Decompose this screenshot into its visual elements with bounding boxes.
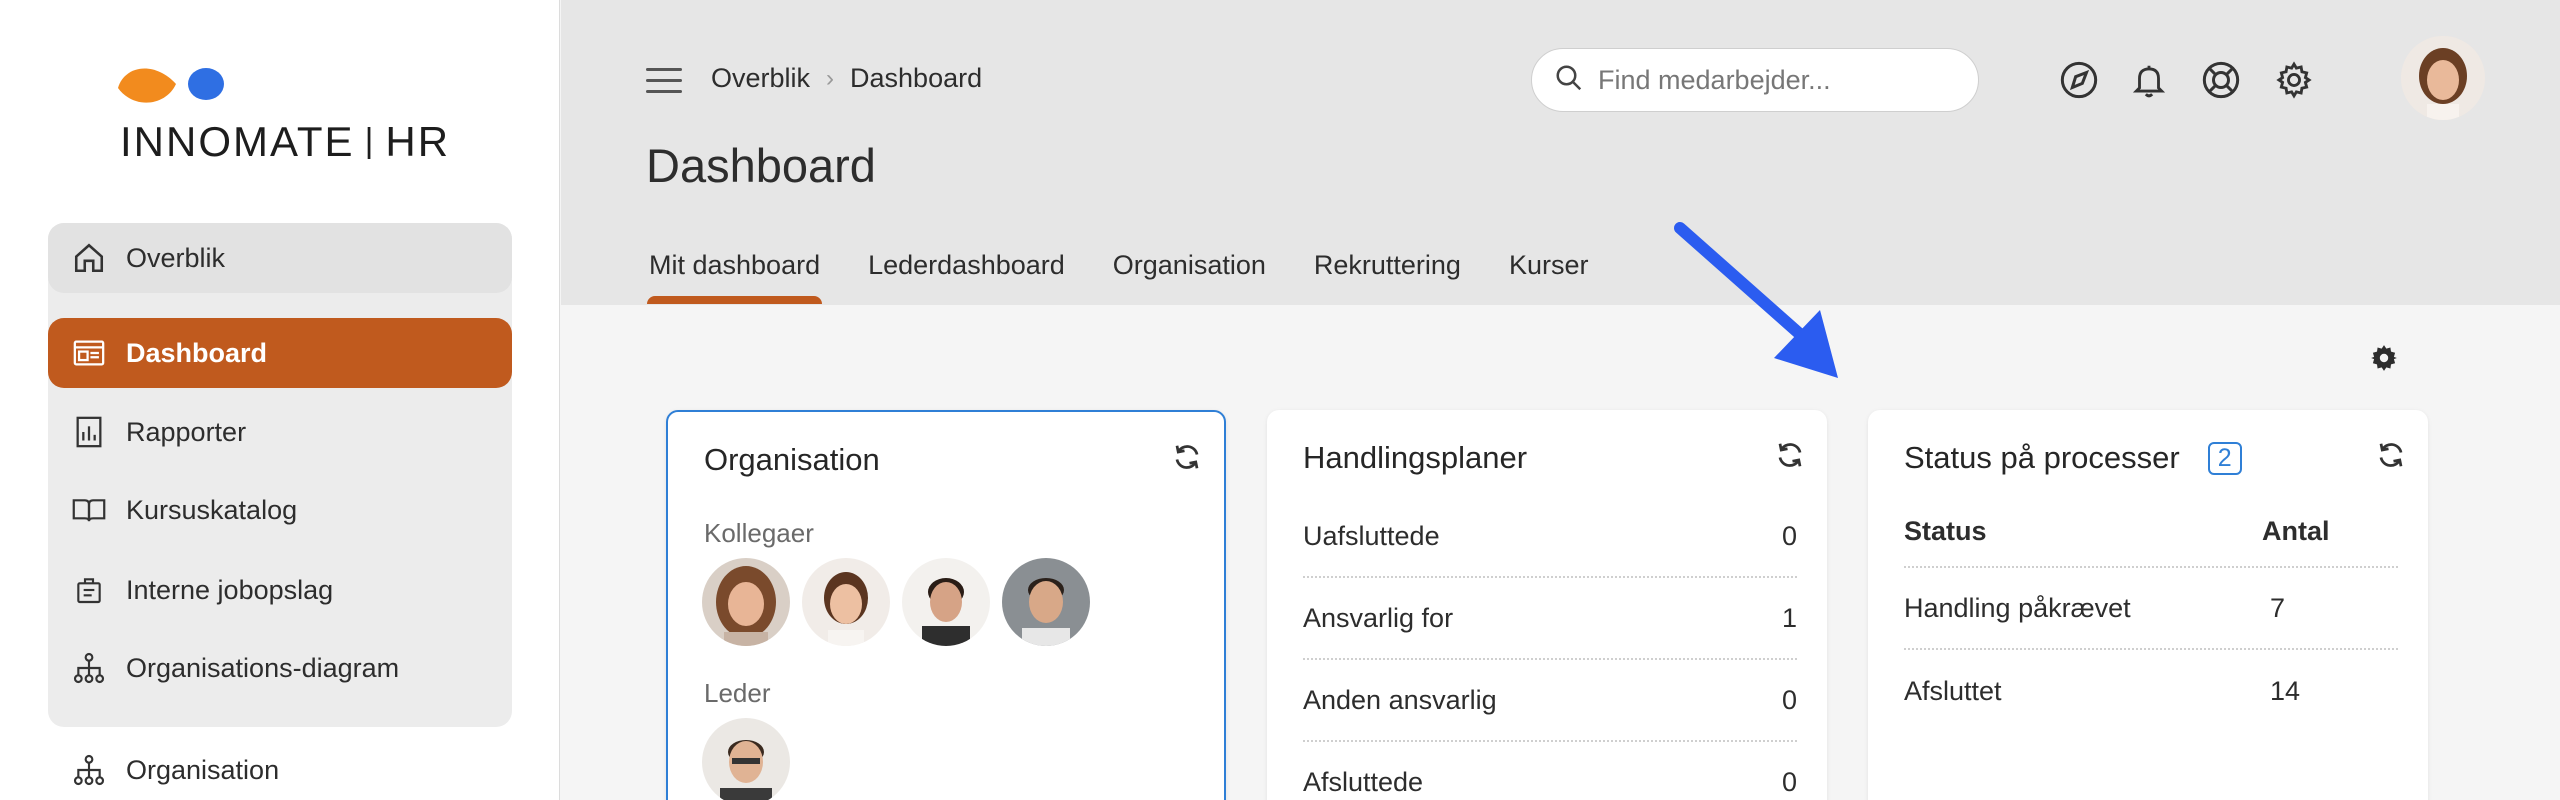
- sidebar-item-label: Rapporter: [126, 416, 247, 447]
- count-badge: 2: [2207, 442, 2242, 475]
- job-icon: [70, 571, 108, 609]
- sidebar-item-overblik[interactable]: Overblik: [48, 223, 512, 293]
- row-value: 0: [1781, 684, 1797, 715]
- sidebar-item-organisations-diagram[interactable]: Organisations-diagram: [48, 633, 512, 703]
- card-title: Organisation: [704, 442, 880, 477]
- bell-icon[interactable]: [2127, 58, 2171, 102]
- navigate-icon[interactable]: [2057, 58, 2101, 102]
- colleague-avatar[interactable]: [702, 558, 790, 646]
- list-item[interactable]: Anden ansvarlig 0: [1303, 660, 1797, 742]
- table-row[interactable]: Afsluttet 14: [1904, 650, 2398, 732]
- row-label: Afsluttede: [1303, 766, 1424, 797]
- breadcrumb-overblik[interactable]: Overblik: [711, 63, 810, 94]
- brand-name: INNOMATE: [120, 118, 355, 165]
- list-item[interactable]: Afsluttede 0: [1303, 742, 1797, 800]
- leader-label: Leder: [704, 678, 771, 708]
- breadcrumb-dashboard: Dashboard: [850, 63, 983, 93]
- tab-mit-dashboard[interactable]: Mit dashboard: [646, 250, 823, 304]
- refresh-icon[interactable]: [1775, 440, 1805, 470]
- colleague-avatar[interactable]: [902, 558, 990, 646]
- search-input[interactable]: [1598, 64, 1938, 96]
- home-icon: [70, 239, 108, 277]
- chevron-right-icon: ›: [826, 64, 835, 92]
- organisation-card[interactable]: Organisation Kollegaer Leder: [666, 410, 1226, 800]
- org-chart-icon: [70, 751, 108, 789]
- sidebar-item-organisation[interactable]: Organisation: [48, 735, 512, 800]
- page-title: Dashboard: [646, 139, 876, 192]
- annotation-arrow: [1674, 222, 1838, 378]
- colleague-avatar[interactable]: [802, 558, 890, 646]
- search-box[interactable]: [1531, 48, 1979, 112]
- sidebar-item-label: Kursuskatalog: [126, 494, 298, 525]
- sidebar-item-label: Organisations-diagram: [126, 652, 400, 683]
- cell-count: 7: [2270, 592, 2286, 623]
- cell-status: Handling påkrævet: [1904, 592, 2131, 623]
- sidebar-item-label: Organisation: [126, 754, 280, 785]
- dashboard-icon: [70, 334, 108, 372]
- leader-avatar[interactable]: [702, 718, 790, 800]
- sidebar: INNOMATE | HR Overblik Dashboard Rapporter…: [0, 0, 560, 800]
- cell-status: Afsluttet: [1904, 675, 2002, 706]
- row-label: Anden ansvarlig: [1303, 684, 1497, 715]
- card-title: Status på processer: [1904, 440, 2180, 475]
- column-header-count: Antal: [2262, 515, 2330, 546]
- tab-kurser[interactable]: Kurser: [1509, 250, 1589, 281]
- colleagues-label: Kollegaer: [704, 518, 814, 548]
- sidebar-item-dashboard[interactable]: Dashboard: [48, 318, 512, 388]
- dashboard-tabs: Mit dashboard Lederdashboard Organisatio…: [646, 250, 1636, 304]
- book-icon: [70, 491, 108, 529]
- help-lifebuoy-icon[interactable]: [2199, 58, 2243, 102]
- column-header-status: Status: [1904, 515, 1987, 546]
- row-value: 1: [1781, 602, 1797, 633]
- sidebar-item-label: Interne jobopslag: [126, 574, 334, 605]
- search-icon: [1554, 63, 1584, 98]
- tab-lederdashboard[interactable]: Lederdashboard: [868, 250, 1065, 281]
- brand-suffix: HR: [385, 118, 451, 165]
- row-value: 0: [1781, 766, 1797, 797]
- dashboard-settings-gear-icon[interactable]: [2370, 344, 2398, 372]
- refresh-icon[interactable]: [1172, 442, 1202, 472]
- report-icon: [70, 413, 108, 451]
- row-label: Uafsluttede: [1303, 520, 1440, 551]
- action-plans-card: Handlingsplaner Uafsluttede 0 Ansvarlig …: [1267, 410, 1827, 800]
- refresh-icon[interactable]: [2376, 440, 2406, 470]
- sidebar-item-label: Dashboard: [126, 337, 268, 368]
- brand-logo[interactable]: INNOMATE | HR: [118, 62, 448, 172]
- cell-count: 14: [2270, 675, 2301, 706]
- sidebar-item-label: Overblik: [126, 242, 226, 273]
- sidebar-item-rapporter[interactable]: Rapporter: [48, 397, 512, 467]
- org-chart-icon: [70, 649, 108, 687]
- table-header: Status Antal: [1904, 496, 2398, 568]
- row-label: Ansvarlig for: [1303, 602, 1454, 633]
- process-status-card: Status på processer 2 Status Antal Handli…: [1868, 410, 2428, 800]
- top-header: Overblik › Dashboard Dashboard Mit dashb…: [561, 0, 2560, 305]
- breadcrumb: Overblik › Dashboard: [711, 63, 982, 94]
- menu-icon[interactable]: [646, 68, 682, 96]
- sidebar-item-interne-jobopslag[interactable]: Interne jobopslag: [48, 555, 512, 625]
- row-value: 0: [1781, 520, 1797, 551]
- list-item[interactable]: Ansvarlig for 1: [1303, 578, 1797, 660]
- sidebar-item-kursuskatalog[interactable]: Kursuskatalog: [48, 475, 512, 545]
- list-item[interactable]: Uafsluttede 0: [1303, 496, 1797, 578]
- colleague-avatar[interactable]: [1002, 558, 1090, 646]
- tab-organisation[interactable]: Organisation: [1113, 250, 1266, 281]
- settings-gear-icon[interactable]: [2272, 58, 2316, 102]
- brand-separator: |: [364, 122, 376, 160]
- logo-mark-icon: [118, 68, 224, 103]
- tab-rekruttering[interactable]: Rekruttering: [1314, 250, 1461, 281]
- card-title: Handlingsplaner: [1303, 440, 1528, 475]
- table-row[interactable]: Handling påkrævet 7: [1904, 568, 2398, 650]
- user-avatar[interactable]: [2401, 36, 2485, 120]
